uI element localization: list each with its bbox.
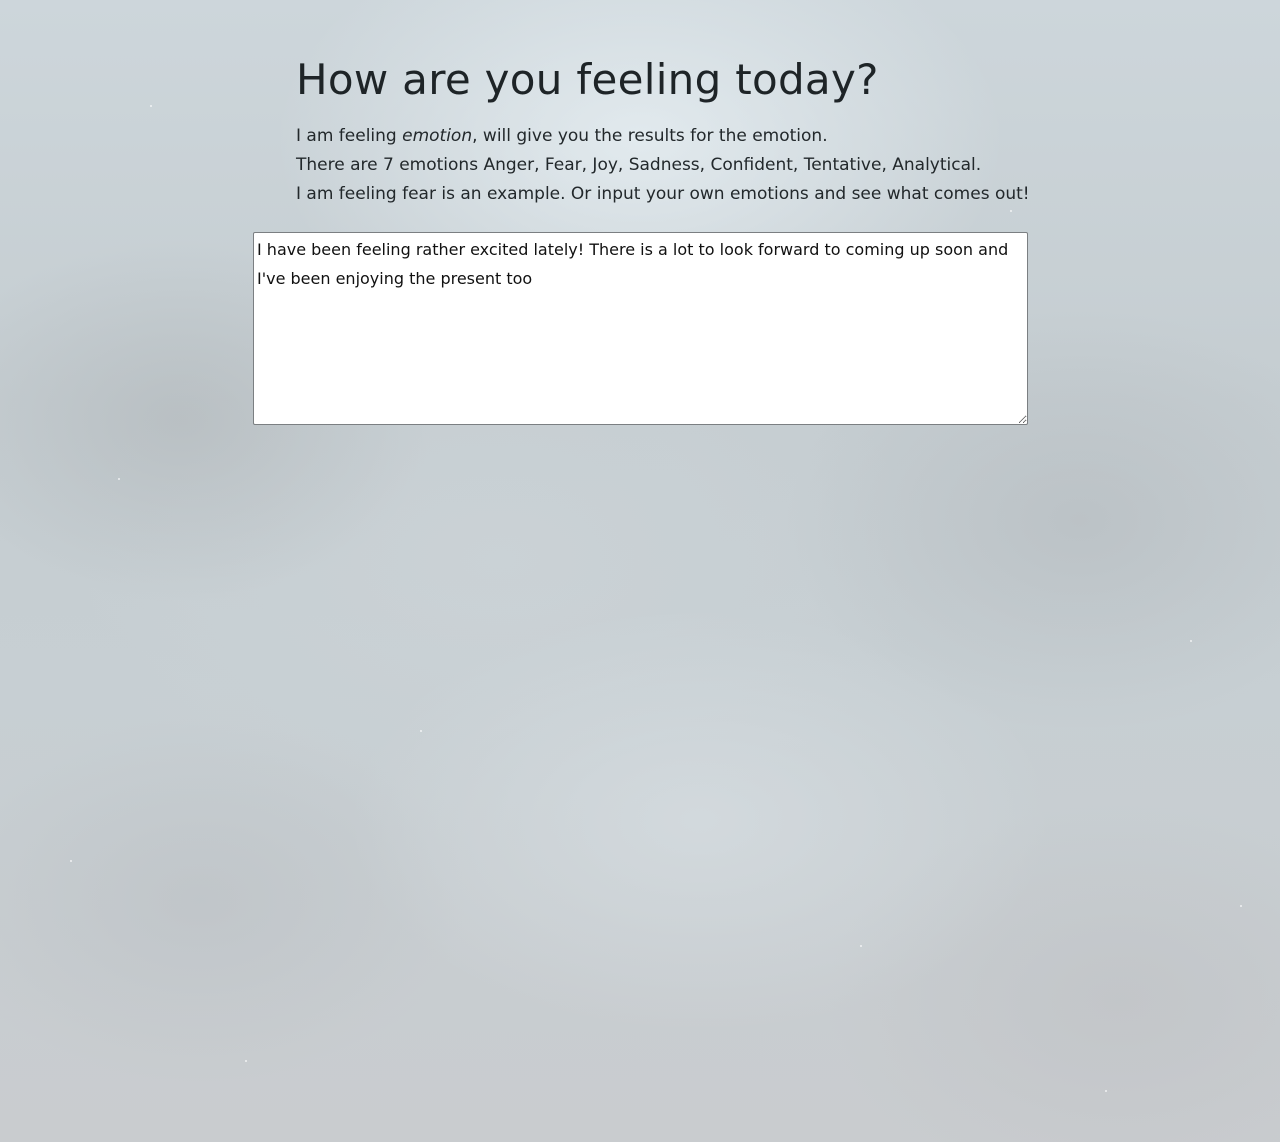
intro-line-2: There are 7 emotions Anger, Fear, Joy, S… — [296, 155, 982, 175]
intro-line-1: I am feeling emotion, will give you the … — [296, 122, 1056, 151]
intro-emphasis: emotion — [402, 126, 473, 146]
main-content: How are you feeling today? I am feeling … — [296, 52, 1056, 209]
intro-line-1-prefix: I am feeling — [296, 126, 403, 146]
intro-line-1-suffix: , will give you the results for the emot… — [472, 126, 828, 146]
feelings-input[interactable]: I have been feeling rather excited latel… — [253, 232, 1028, 425]
intro-text: I am feeling emotion, will give you the … — [296, 122, 1056, 209]
intro-line-3: I am feeling fear is an example. Or inpu… — [296, 184, 1030, 204]
page-title: How are you feeling today? — [296, 55, 879, 104]
